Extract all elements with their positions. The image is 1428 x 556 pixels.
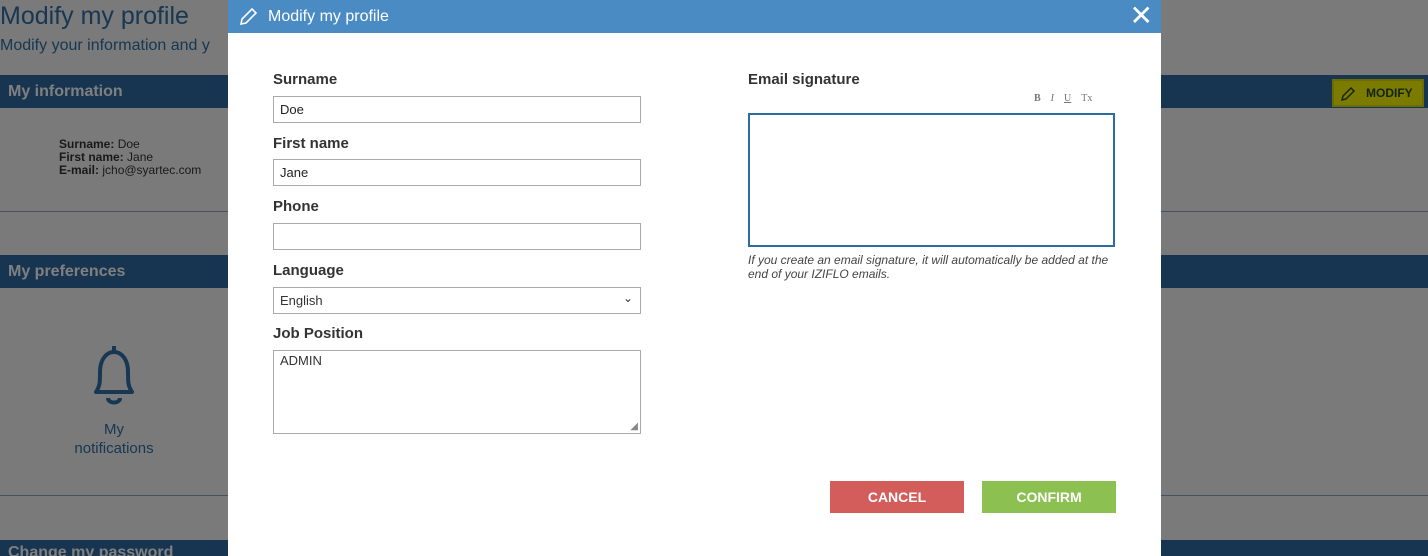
surname-field-label: Surname <box>273 71 338 88</box>
language-field-label: Language <box>273 262 344 279</box>
phone-field-label: Phone <box>273 198 319 215</box>
job-field-label: Job Position <box>273 325 363 342</box>
signature-field-label: Email signature <box>748 71 860 88</box>
phone-input[interactable] <box>273 223 641 250</box>
dialog-title: Modify my profile <box>268 7 389 25</box>
italic-icon[interactable]: I <box>1051 93 1054 104</box>
cancel-button[interactable]: CANCEL <box>830 481 964 513</box>
resize-handle-icon[interactable]: ◢ <box>630 421 638 432</box>
confirm-button[interactable]: CONFIRM <box>982 481 1116 513</box>
chevron-down-icon: ⌄ <box>622 291 633 305</box>
modify-profile-dialog: Modify my profile ✕ Surname Doe First na… <box>228 0 1161 556</box>
bold-icon[interactable]: B <box>1034 93 1041 104</box>
close-icon[interactable]: ✕ <box>1130 0 1153 32</box>
underline-icon[interactable]: U <box>1064 93 1071 104</box>
signature-toolbar: B I U Tx <box>1034 93 1092 104</box>
signature-help-text: If you create an email signature, it wil… <box>748 253 1109 281</box>
surname-input[interactable]: Doe <box>273 96 641 123</box>
language-select[interactable]: English ⌄ <box>273 287 641 314</box>
signature-editor[interactable] <box>748 113 1115 247</box>
pencil-icon <box>239 7 258 25</box>
firstname-input[interactable]: Jane <box>273 159 641 186</box>
job-position-textarea[interactable]: ADMIN ◢ <box>273 350 641 434</box>
clear-format-icon[interactable]: Tx <box>1081 93 1092 104</box>
language-selected-value: English <box>280 293 323 308</box>
dialog-header: Modify my profile ✕ <box>228 0 1161 33</box>
job-position-value: ADMIN <box>280 353 322 368</box>
firstname-field-label: First name <box>273 135 349 152</box>
